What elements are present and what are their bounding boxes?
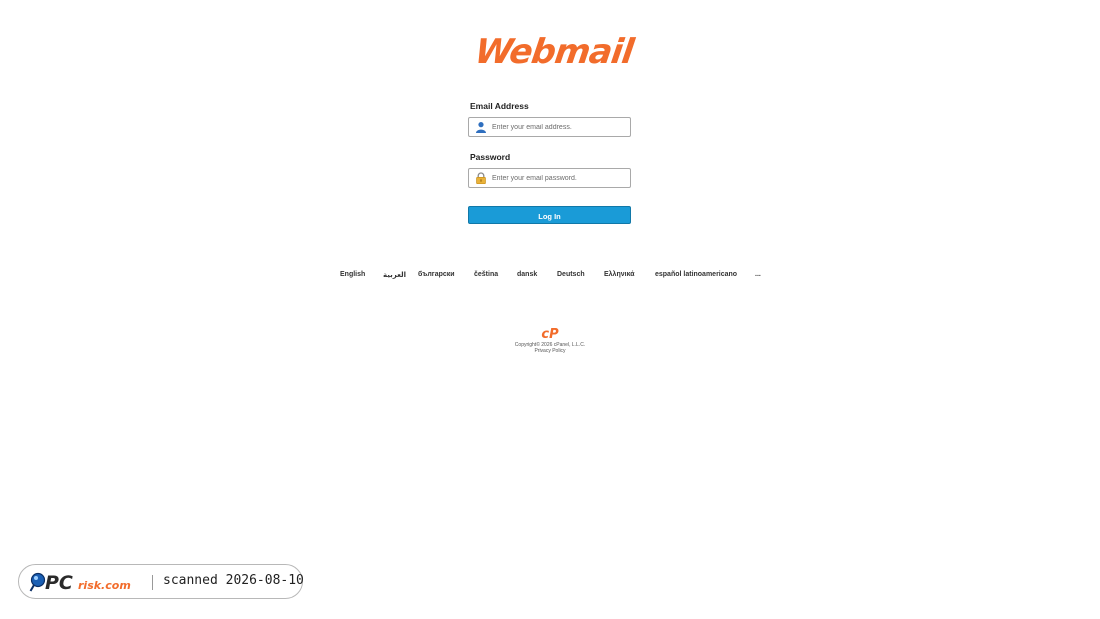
email-field[interactable] — [468, 117, 631, 137]
language-link-german[interactable]: Deutsch — [557, 271, 585, 278]
user-icon — [476, 122, 486, 133]
badge-separator — [152, 575, 153, 590]
language-link-english[interactable]: English — [340, 271, 365, 278]
footer: cP Copyright© 2026 cPanel, L.L.C. Privac… — [450, 326, 650, 354]
language-list: English العربية български čeština dansk … — [0, 271, 1100, 283]
svg-text:PC: PC — [45, 572, 73, 594]
password-input[interactable] — [492, 169, 626, 187]
svg-text:cP: cP — [541, 327, 559, 340]
login-button[interactable]: Log In — [468, 206, 631, 224]
password-field[interactable] — [468, 168, 631, 188]
language-link-bulgarian[interactable]: български — [418, 271, 455, 278]
password-label: Password — [470, 152, 511, 162]
language-link-danish[interactable]: dansk — [517, 271, 537, 278]
language-link-arabic[interactable]: العربية — [383, 271, 406, 279]
cpanel-logo: cP — [541, 327, 559, 340]
svg-text:risk.com: risk.com — [78, 579, 131, 592]
more-languages-link[interactable]: ... — [755, 271, 761, 278]
pcrisk-logo: PC risk.com — [29, 572, 131, 594]
email-label: Email Address — [470, 101, 529, 111]
language-link-czech[interactable]: čeština — [474, 271, 498, 278]
language-link-greek[interactable]: Ελληνικά — [604, 271, 635, 278]
privacy-policy-link[interactable]: Privacy Policy — [450, 348, 650, 354]
language-link-spanish-latam[interactable]: español latinoamericano — [655, 271, 737, 278]
email-input[interactable] — [492, 118, 626, 136]
webmail-logo: Webmail — [464, 30, 644, 74]
login-form: Email Address Password — [468, 101, 632, 188]
scan-badge: PC risk.com scanned 2026-08-10 — [18, 564, 304, 599]
scan-date-text: scanned 2026-08-10 — [163, 573, 304, 588]
webmail-logo-text: Webmail — [472, 32, 636, 72]
lock-icon — [476, 172, 486, 184]
